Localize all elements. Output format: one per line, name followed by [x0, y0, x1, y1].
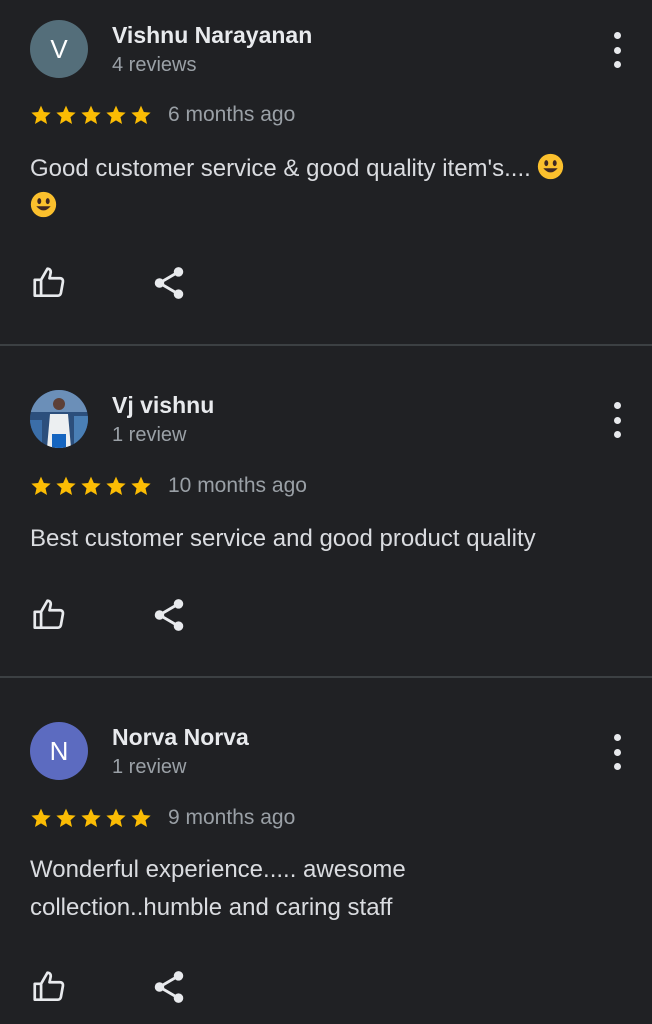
author-name[interactable]: Vj vishnu	[112, 392, 214, 419]
star-icon	[81, 808, 101, 827]
share-icon[interactable]	[150, 264, 188, 302]
more-vert-icon	[613, 402, 621, 409]
review-actions	[30, 968, 188, 1006]
share-icon[interactable]	[150, 596, 188, 634]
thumbs-up-icon[interactable]	[30, 596, 68, 634]
avatar[interactable]: N	[30, 722, 88, 780]
share-icon[interactable]	[150, 968, 188, 1006]
review-card: N Norva Norva 1 review 9 months ago Wond…	[0, 676, 652, 1024]
author-review-count: 4 reviews	[112, 54, 197, 76]
rating-row: 9 months ago	[30, 806, 295, 830]
review-text: Wonderful experience..... awesome collec…	[30, 856, 406, 921]
review-header: Vj vishnu 1 review	[30, 390, 652, 450]
star-icon	[106, 476, 126, 495]
author-name[interactable]: Vishnu Narayanan	[112, 22, 312, 49]
star-icon	[56, 476, 76, 495]
more-vert-icon	[613, 32, 621, 39]
author-review-count: 1 review	[112, 756, 187, 778]
star-icon	[81, 476, 101, 495]
star-icon	[56, 105, 76, 124]
smiley-emoji	[538, 153, 564, 180]
review-text: Best customer service and good product q…	[30, 525, 536, 552]
avatar-photo-image	[30, 390, 88, 448]
review-date: 6 months ago	[168, 103, 296, 126]
review-date: 10 months ago	[168, 474, 307, 497]
star-rating	[30, 104, 152, 126]
star-icon	[56, 808, 76, 827]
review-text-container: Good customer service & good quality ite…	[30, 150, 622, 226]
star-icon	[106, 808, 126, 827]
star-icon	[131, 105, 151, 124]
rating-row: 10 months ago	[30, 474, 307, 498]
review-text: Good customer service & good quality ite…	[30, 155, 531, 182]
thumbs-up-icon[interactable]	[30, 264, 68, 302]
star-rating	[30, 475, 152, 497]
star-icon	[31, 476, 51, 495]
avatar-photo[interactable]	[30, 390, 88, 448]
review-card: V Vishnu Narayanan 4 reviews 6 months ag…	[0, 0, 652, 344]
rating-row: 6 months ago	[30, 103, 295, 127]
more-options-button[interactable]	[604, 402, 630, 438]
review-date: 9 months ago	[168, 806, 296, 829]
star-icon	[106, 105, 126, 124]
smiley-emoji	[30, 191, 57, 218]
star-icon	[81, 105, 101, 124]
more-options-button[interactable]	[604, 734, 630, 770]
thumbs-up-icon[interactable]	[30, 968, 68, 1006]
author-review-count: 1 review	[112, 424, 187, 446]
review-actions	[30, 264, 188, 302]
star-icon	[31, 808, 51, 827]
author-name[interactable]: Norva Norva	[112, 724, 249, 751]
more-vert-icon	[613, 734, 621, 741]
avatar-letter: N	[49, 735, 69, 766]
review-header: V Vishnu Narayanan 4 reviews	[30, 20, 652, 80]
star-icon	[131, 476, 151, 495]
review-card: Vj vishnu 1 review 10 months ago Best cu…	[0, 344, 652, 676]
star-rating	[30, 807, 152, 829]
avatar[interactable]: V	[30, 20, 88, 78]
more-options-button[interactable]	[604, 32, 630, 68]
review-actions	[30, 596, 188, 634]
avatar-letter: V	[50, 33, 68, 64]
star-icon	[131, 808, 151, 827]
review-header: N Norva Norva 1 review	[30, 722, 652, 782]
star-icon	[31, 105, 51, 124]
